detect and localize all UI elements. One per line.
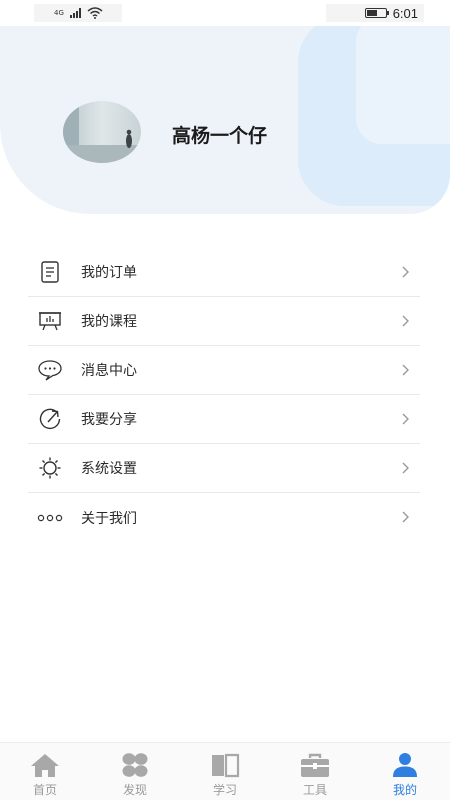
toolbox-icon <box>300 751 330 779</box>
bottom-tab-bar: 首页 发现 学习 工具 我的 <box>0 742 450 800</box>
menu-item-share[interactable]: 我要分享 <box>28 395 420 444</box>
more-dots-icon <box>37 505 63 531</box>
signal-icon <box>69 8 81 18</box>
status-time: 6:01 <box>392 5 418 21</box>
status-right: 6:01 <box>326 4 424 22</box>
status-bar: 4G 6:01 <box>0 0 450 26</box>
tab-discover[interactable]: 发现 <box>90 743 180 800</box>
tab-mine[interactable]: 我的 <box>360 743 450 800</box>
menu-item-label: 消息中心 <box>81 363 137 379</box>
profile-username[interactable]: 高杨一个仔 <box>172 121 267 148</box>
battery-icon <box>364 8 389 18</box>
chevron-right-icon <box>402 511 409 523</box>
menu-item-label: 关于我们 <box>81 510 137 527</box>
share-icon <box>37 406 63 432</box>
chat-bubble-icon <box>37 357 63 383</box>
status-left: 4G <box>34 4 122 22</box>
menu-item-settings[interactable]: 系统设置 <box>28 444 420 493</box>
wifi-icon <box>87 7 103 19</box>
tab-label: 工具 <box>302 783 327 797</box>
menu-item-about[interactable]: 关于我们 <box>28 493 420 542</box>
menu-item-label: 系统设置 <box>81 461 137 477</box>
tab-study[interactable]: 学习 <box>180 743 270 800</box>
header-decoration-inner <box>356 26 450 144</box>
avatar-image <box>63 101 141 163</box>
menu-item-courses[interactable]: 我的课程 <box>28 297 420 346</box>
network-type: 4G <box>54 8 64 17</box>
chevron-right-icon <box>402 266 409 278</box>
home-icon <box>30 751 60 779</box>
board-icon <box>37 308 63 334</box>
grid-icon <box>120 751 150 779</box>
tab-label: 学习 <box>212 783 237 797</box>
tab-label: 发现 <box>122 783 147 797</box>
book-icon <box>210 751 240 779</box>
sun-gear-icon <box>37 455 63 481</box>
chevron-right-icon <box>402 413 409 425</box>
tab-label: 首页 <box>32 783 57 797</box>
menu-item-orders[interactable]: 我的订单 <box>28 248 420 297</box>
tab-home[interactable]: 首页 <box>0 743 90 800</box>
document-icon <box>37 259 63 285</box>
tab-label: 我的 <box>392 783 417 797</box>
chevron-right-icon <box>402 462 409 474</box>
menu-item-label: 我的课程 <box>81 314 137 330</box>
profile-menu: 我的订单 我的课程 消息中心 我要分享 系统设置 关于我们 <box>28 248 420 542</box>
chevron-right-icon <box>402 315 409 327</box>
menu-item-label: 我要分享 <box>81 412 137 428</box>
person-icon <box>390 751 420 779</box>
tab-tools[interactable]: 工具 <box>270 743 360 800</box>
menu-item-messages[interactable]: 消息中心 <box>28 346 420 395</box>
avatar[interactable] <box>63 101 141 163</box>
menu-item-label: 我的订单 <box>81 265 137 281</box>
chevron-right-icon <box>402 364 409 376</box>
